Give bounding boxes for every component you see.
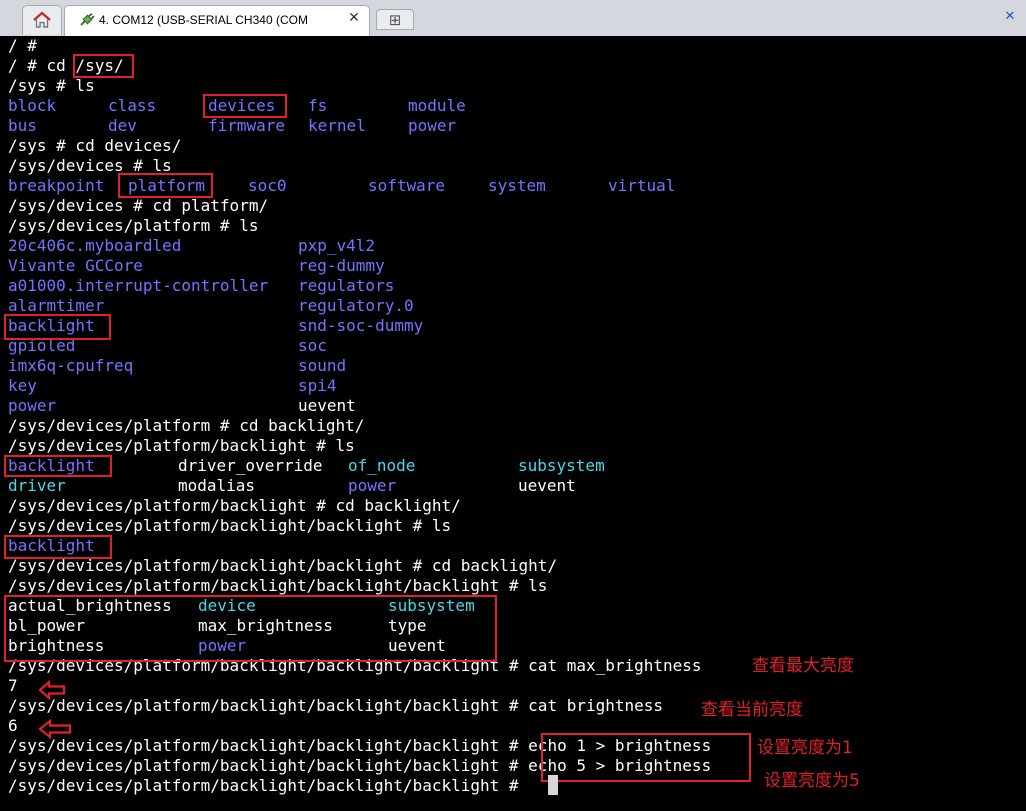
note-set-brightness-1: 设置亮度为1 [757, 738, 853, 758]
arrow-max-brightness-icon [38, 680, 66, 700]
file-entry: driver_override [178, 456, 323, 475]
tab-bar: 4. COM12 (USB-SERIAL CH340 (COM ✕ ⊞ ✕ [0, 0, 1026, 37]
note-max-brightness: 查看最大亮度 [752, 656, 854, 676]
symlink-entry: driver [8, 476, 66, 495]
file-entry: uevent [298, 396, 356, 415]
directory-entry: dev [108, 116, 137, 135]
directory-entry: soc0 [248, 176, 287, 195]
highlight-box-platform [118, 173, 213, 198]
highlight-box-devices [203, 94, 287, 118]
terminal-line: /sys # cd devices/ [8, 136, 182, 155]
directory-entry: regulators [298, 276, 395, 295]
directory-entry: Vivante GCCore [8, 256, 143, 275]
directory-entry: imx6q-cpufreq [8, 356, 134, 375]
terminal-line: /sys/devices/platform # cd backlight/ [8, 416, 365, 435]
directory-entry: alarmtimer [8, 296, 105, 315]
terminal-output[interactable]: / # / # cd /sys//sys # ls block class device… [0, 36, 1026, 811]
directory-entry: kernel [308, 116, 366, 135]
directory-entry: key [8, 376, 37, 395]
terminal-line: 6 [8, 716, 18, 735]
directory-entry: 20c406c.myboardled [8, 236, 182, 255]
terminal-line: /sys/devices/platform/backlight/backligh… [8, 576, 548, 595]
highlight-box-backlight-subdir [4, 535, 112, 559]
close-tab-icon[interactable]: ✕ [347, 11, 361, 25]
terminal-line: /sys/devices/platform/backlight # cd bac… [8, 496, 461, 515]
directory-entry: firmware [208, 116, 286, 135]
home-tab[interactable] [22, 5, 62, 35]
directory-entry: system [488, 176, 546, 195]
directory-entry: power [8, 396, 57, 415]
terminal-line: /sys/devices/platform/backlight/backligh… [8, 776, 529, 795]
terminal-line: /sys/devices/platform/backlight # ls [8, 436, 355, 455]
terminal-line: /sys/devices # cd platform/ [8, 196, 269, 215]
terminal-line: /sys # ls [8, 76, 95, 95]
arrow-brightness-icon [38, 719, 72, 739]
directory-entry: fs [308, 96, 328, 115]
home-icon [33, 11, 51, 28]
terminal-line: /sys/devices/platform/backlight/backligh… [8, 516, 452, 535]
directory-entry: breakpoint [8, 176, 105, 195]
terminal-line: /sys/devices/platform/backlight/backligh… [8, 696, 664, 715]
session-tab-title: 4. COM12 (USB-SERIAL CH340 (COM [99, 13, 337, 27]
terminal-cursor [548, 775, 558, 795]
note-current-brightness: 查看当前亮度 [701, 700, 803, 720]
directory-entry: virtual [608, 176, 676, 195]
terminal-line: / # [8, 36, 37, 55]
highlight-box-echo-commands [541, 733, 751, 782]
note-set-brightness-5: 设置亮度为5 [764, 771, 860, 791]
directory-entry: a01000.interrupt-controller [8, 276, 269, 295]
highlight-box-backlight-dir [4, 455, 112, 477]
directory-entry: bus [8, 116, 37, 135]
new-tab-icon: ⊞ [388, 11, 402, 29]
highlight-box-attribute-files [4, 595, 497, 662]
directory-entry: block [8, 96, 57, 115]
directory-entry: class [108, 96, 157, 115]
directory-entry: power [408, 116, 457, 135]
directory-entry: sound [298, 356, 347, 375]
file-entry: uevent [518, 476, 576, 495]
terminal-line: 7 [8, 676, 18, 695]
symlink-entry: of_node [348, 456, 416, 475]
directory-entry: snd-soc-dummy [298, 316, 424, 335]
terminal-line: /sys/devices/platform # ls [8, 216, 259, 235]
file-entry: modalias [178, 476, 256, 495]
serial-plug-icon [80, 13, 95, 26]
directory-entry: module [408, 96, 466, 115]
window-close-icon[interactable]: ✕ [1003, 10, 1017, 24]
new-tab-button[interactable]: ⊞ [376, 9, 414, 30]
directory-entry: software [368, 176, 446, 195]
directory-entry: reg-dummy [298, 256, 385, 275]
directory-entry: spi4 [298, 376, 337, 395]
highlight-box-backlight-platform [4, 314, 111, 340]
session-tab[interactable]: 4. COM12 (USB-SERIAL CH340 (COM ✕ [64, 5, 370, 36]
symlink-entry: subsystem [518, 456, 605, 475]
directory-entry: regulatory.0 [298, 296, 414, 315]
directory-entry: soc [298, 336, 327, 355]
directory-entry: pxp_v4l2 [298, 236, 376, 255]
highlight-box-sys [73, 54, 134, 78]
terminal-line: /sys/devices/platform/backlight/backligh… [8, 556, 558, 575]
directory-entry: power [348, 476, 397, 495]
